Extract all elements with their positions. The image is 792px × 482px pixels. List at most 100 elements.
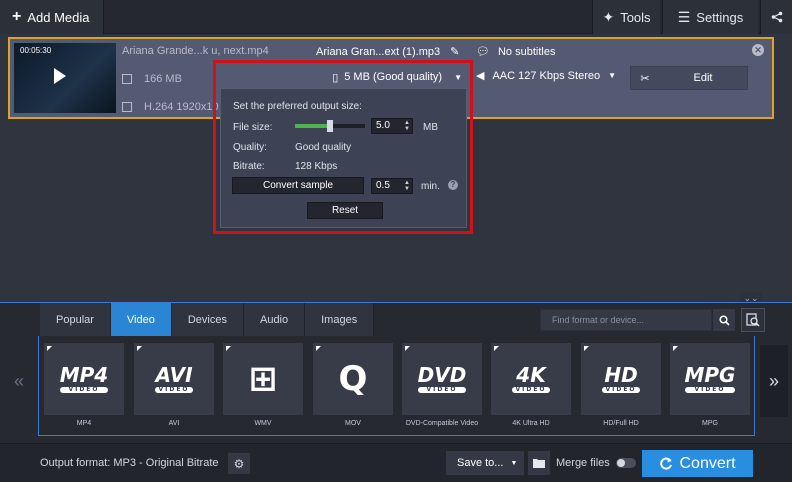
tab-video[interactable]: Video [110, 303, 172, 336]
source-file-name: Ariana Grande...k u, next.mp4 [122, 45, 269, 57]
sample-length-stepper[interactable]: 0.5 ▲ ▼ [371, 178, 413, 194]
open-folder-button[interactable] [528, 451, 550, 475]
corner-marker-icon [494, 346, 499, 351]
tab-images[interactable]: Images [305, 303, 375, 336]
output-settings-button[interactable]: ⚙ [228, 453, 250, 474]
format-tile-mp4[interactable]: MP4 VIDEO MP4 [44, 343, 124, 433]
format-logo: ⊞ [223, 343, 303, 415]
format-tile-wmv[interactable]: ⊞ WMV [223, 343, 303, 433]
share-button[interactable] [760, 0, 792, 34]
scroll-right-arrow[interactable]: » [760, 345, 788, 417]
format-logo: MP4 VIDEO [44, 343, 124, 415]
source-codec: H.264 1920x10 [144, 101, 219, 113]
convert-sample-button[interactable]: Convert sample [232, 177, 364, 194]
merge-files-label: Merge files [556, 457, 610, 469]
convert-label: Convert [679, 454, 736, 472]
bitrate-label: Bitrate: [233, 161, 265, 172]
file-size-stepper[interactable]: 5.0 ▲ ▼ [371, 118, 413, 134]
format-grid: MP4 VIDEO MP4 AVI VIDEO AVI ⊞ WMV Q MOV DVD VIDEO DV… [38, 336, 755, 436]
format-logo-label: Q [338, 359, 368, 399]
sample-length-unit: min. [421, 181, 440, 192]
format-logo-sub: VIDEO [155, 387, 193, 393]
tools-button[interactable]: ✦ Tools [592, 0, 660, 34]
source-size-row: 166 MB [122, 73, 182, 85]
format-logo: 4K VIDEO [491, 343, 571, 415]
merge-files-toggle[interactable] [615, 458, 636, 468]
corner-marker-icon [405, 346, 410, 351]
format-logo-label: DVD [417, 363, 467, 387]
format-logo-sub: VIDEO [417, 387, 467, 393]
save-to-dropdown[interactable]: Save to... ▼ [446, 451, 524, 475]
format-tile-mpg[interactable]: MPG VIDEO MPG [670, 343, 750, 433]
stepper-arrows-icon[interactable]: ▲ ▼ [404, 180, 410, 192]
source-codec-row: H.264 1920x10 [122, 101, 219, 113]
format-logo: MPG VIDEO [670, 343, 750, 415]
format-caption: MOV [345, 420, 361, 427]
format-logo-text: HD VIDEO [602, 363, 640, 393]
format-logo-text: MPG VIDEO [684, 363, 736, 393]
popup-header: Set the preferred output size: [233, 101, 362, 112]
format-tile-4k-ultra-hd[interactable]: 4K VIDEO 4K Ultra HD [491, 343, 571, 433]
file-size-slider[interactable] [295, 120, 365, 132]
search-button[interactable] [713, 309, 735, 331]
speech-bubble-icon: 💬︎ [476, 46, 490, 58]
format-logo-sub: VIDEO [59, 387, 109, 393]
play-icon[interactable] [54, 68, 66, 84]
app-window: + Add Media ✦ Tools ☰ Settings 00:05:30 … [0, 0, 792, 482]
format-caption: MPG [702, 420, 718, 427]
audio-label: AAC 127 Kbps Stereo [492, 69, 601, 82]
video-thumbnail[interactable]: 00:05:30 [14, 43, 116, 113]
top-toolbar: + Add Media ✦ Tools ☰ Settings [0, 0, 792, 34]
stepper-arrows-icon[interactable]: ▲ ▼ [404, 120, 410, 132]
file-size-unit: MB [423, 122, 438, 133]
format-logo-text: 4K VIDEO [512, 363, 550, 393]
format-tile-avi[interactable]: AVI VIDEO AVI [134, 343, 214, 433]
format-tile-dvd-compatible-video[interactable]: DVD VIDEO DVD-Compatible Video [402, 343, 482, 433]
folder-icon [533, 459, 545, 468]
format-tile-mov[interactable]: Q MOV [313, 343, 393, 433]
output-size-popup: Set the preferred output size: File size… [220, 88, 467, 228]
share-icon [771, 11, 782, 23]
corner-marker-icon [226, 346, 231, 351]
format-logo-label: MPG [684, 363, 736, 387]
format-tile-hd-full-hd[interactable]: HD VIDEO HD/Full HD [581, 343, 661, 433]
tab-devices[interactable]: Devices [171, 303, 244, 336]
settings-label: Settings [696, 9, 744, 25]
detect-device-button[interactable] [741, 308, 765, 332]
output-format-label: Output format: MP3 - Original Bitrate [40, 457, 219, 469]
reset-button[interactable]: Reset [307, 202, 383, 219]
remove-file-icon[interactable]: ✕ [752, 44, 764, 56]
tab-popular[interactable]: Popular [40, 303, 111, 336]
format-caption: DVD-Compatible Video [405, 420, 479, 427]
format-logo-sub: VIDEO [602, 387, 640, 393]
help-icon[interactable]: ? [448, 180, 458, 190]
format-logo-label: MP4 [59, 363, 109, 387]
format-logo-sub: VIDEO [684, 387, 736, 393]
sample-length-value: 0.5 [376, 180, 390, 191]
scissors-icon: ✂ [640, 72, 650, 85]
merge-files-toggle-row: Merge files [556, 457, 636, 469]
format-logo-label: HD [604, 363, 638, 387]
gear-icon: ⚙ [233, 456, 245, 471]
format-caption: WMV [254, 420, 272, 427]
pencil-icon[interactable]: ✎ [450, 45, 459, 58]
format-logo: Q [313, 343, 393, 415]
format-caption: MP4 [76, 420, 92, 427]
audio-track-dropdown[interactable]: ◀︎ AAC 127 Kbps Stereo ▼ [476, 69, 616, 83]
format-logo-label: 4K [516, 363, 546, 387]
format-logo-text: MP4 VIDEO [59, 363, 109, 393]
menu-icon: ☰ [677, 8, 691, 25]
format-search-input[interactable]: Find format or device... [540, 309, 712, 331]
subtitles-dropdown[interactable]: 💬︎ No subtitles [476, 45, 555, 59]
convert-button[interactable]: Convert [642, 450, 753, 477]
scroll-left-arrow[interactable]: « [6, 345, 32, 417]
slider-handle[interactable] [327, 120, 333, 132]
add-media-label: Add Media [27, 9, 90, 25]
add-media-button[interactable]: + Add Media [0, 0, 104, 34]
tab-audio[interactable]: Audio [243, 303, 306, 336]
format-logo: HD VIDEO [581, 343, 661, 415]
format-logo-text: DVD VIDEO [417, 363, 467, 393]
slider-fill [295, 124, 330, 128]
settings-button[interactable]: ☰ Settings [662, 0, 758, 34]
edit-button[interactable]: ✂ Edit [630, 66, 748, 90]
